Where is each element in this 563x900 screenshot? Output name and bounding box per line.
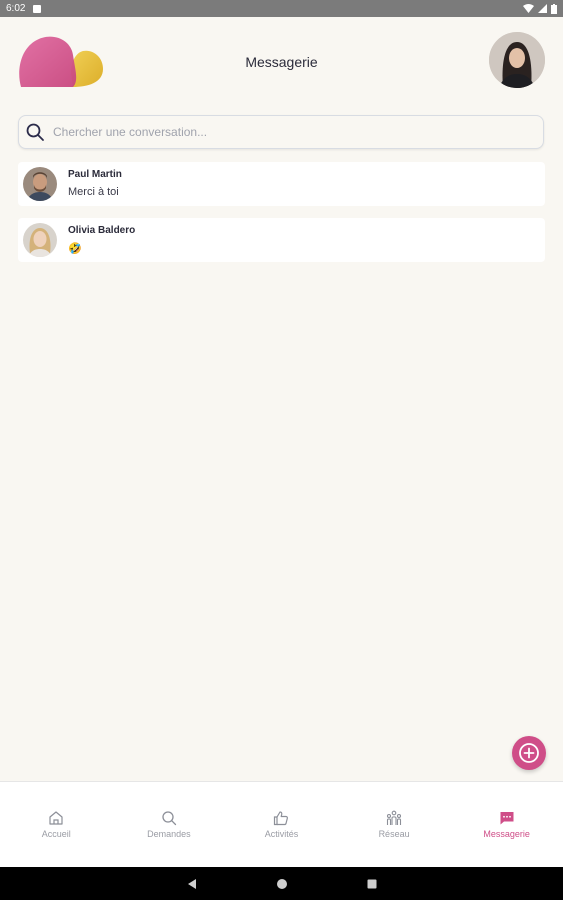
- avatar: [23, 167, 57, 201]
- home-icon: [49, 811, 63, 825]
- nav-label: Réseau: [378, 829, 410, 839]
- conversation-item[interactable]: Paul Martin Merci à toi: [18, 162, 545, 206]
- avatar: [23, 223, 57, 257]
- header: Messagerie: [0, 17, 563, 107]
- search-bar[interactable]: [18, 115, 544, 149]
- status-time: 6:02: [6, 3, 26, 14]
- page-title: Messagerie: [245, 54, 318, 70]
- search-input[interactable]: [51, 124, 515, 140]
- nav-item-messagerie[interactable]: Messagerie: [450, 782, 563, 868]
- home-button-icon[interactable]: [276, 878, 288, 890]
- nav-label: Activités: [264, 829, 299, 839]
- notification-icon: [33, 4, 42, 13]
- conversation-last-message: Merci à toi: [68, 186, 119, 198]
- battery-icon: [551, 3, 557, 14]
- status-icons: [523, 3, 557, 14]
- plus-circle-icon: [519, 743, 539, 763]
- search-icon: [26, 123, 44, 141]
- profile-avatar[interactable]: [489, 32, 545, 88]
- nav-item-reseau[interactable]: Réseau: [338, 782, 451, 868]
- chat-icon: [500, 812, 514, 825]
- thumbs-up-icon: [274, 811, 289, 826]
- system-nav-bar: [0, 867, 563, 900]
- conversation-name: Paul Martin: [68, 169, 122, 180]
- search-icon: [162, 811, 177, 826]
- nav-item-accueil[interactable]: Accueil: [0, 782, 113, 868]
- nav-item-demandes[interactable]: Demandes: [113, 782, 226, 868]
- nav-label: Accueil: [41, 829, 71, 839]
- status-bar: 6:02: [0, 0, 563, 17]
- new-conversation-button[interactable]: [512, 736, 546, 770]
- recents-icon[interactable]: [366, 878, 378, 890]
- conversation-last-message: 🤣: [68, 243, 82, 255]
- network-icon: [387, 810, 402, 825]
- conversation-item[interactable]: Olivia Baldero 🤣: [18, 218, 545, 262]
- nav-item-activites[interactable]: Activités: [225, 782, 338, 868]
- bottom-nav: Accueil Demandes Activités Réseau Messag…: [0, 781, 563, 868]
- signal-icon: [538, 4, 547, 13]
- back-icon[interactable]: [186, 878, 198, 890]
- wifi-icon: [523, 4, 534, 13]
- nav-label: Demandes: [147, 829, 191, 839]
- conversation-name: Olivia Baldero: [68, 225, 136, 236]
- nav-label: Messagerie: [483, 829, 530, 839]
